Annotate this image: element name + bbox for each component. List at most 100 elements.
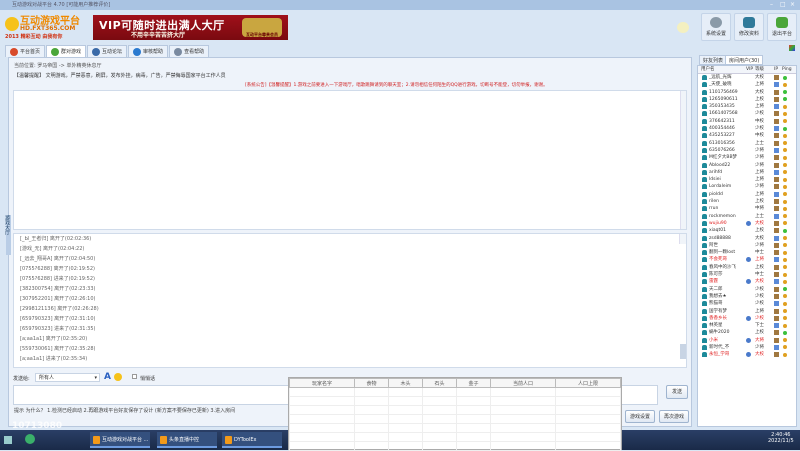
start-icon[interactable] — [4, 436, 12, 444]
user-name: _天使_破晓 — [709, 82, 732, 88]
user-name: Lordaleim — [709, 184, 732, 190]
user-row[interactable]: 国学有梦 上将 — [698, 308, 796, 315]
user-avatar-icon — [702, 96, 707, 102]
font-icon[interactable]: A — [104, 372, 111, 382]
maximize-button[interactable]: □ — [780, 0, 786, 10]
user-row[interactable]: pioldd 上将 — [698, 191, 796, 198]
user-row[interactable]: 635076266 少将 — [698, 147, 796, 154]
task-live[interactable]: 头条直播中控 — [157, 432, 217, 448]
column-header[interactable]: 石头 — [421, 378, 458, 388]
ping-icon — [783, 133, 787, 138]
user-row[interactable]: rilen 上校 — [698, 198, 796, 205]
user-row[interactable]: 1265090611 上校 — [698, 96, 796, 103]
table-cell — [421, 396, 458, 406]
user-row[interactable]: 春风中的沙飞 上校 — [698, 264, 796, 271]
ping-icon — [783, 345, 787, 350]
user-avatar-icon — [702, 250, 707, 256]
user-row[interactable]: 熊猫哥 少校 — [698, 300, 796, 307]
edit-profile-button[interactable]: 修改资料 — [734, 13, 764, 41]
replay-button[interactable]: 再次游戏 — [659, 410, 689, 423]
user-row[interactable]: arihfd 上将 — [698, 169, 796, 176]
ip-icon — [774, 162, 779, 168]
tab-game[interactable]: 群对游戏 — [46, 45, 87, 57]
user-row[interactable]: 新时代_不 少将 — [698, 344, 796, 351]
user-row[interactable]: 永恒_学哥 大校 — [698, 351, 796, 358]
game-settings-button[interactable]: 游戏设置 — [625, 410, 655, 423]
column-header[interactable]: 人口上限 — [555, 378, 621, 388]
user-name: xiaqt01 — [709, 228, 727, 234]
user-row[interactable]: zsd88888 大校 — [698, 235, 796, 242]
clock[interactable]: 2:40:46 2022/11/5 — [768, 432, 794, 444]
task-dytoolex[interactable]: DYToolEx — [222, 432, 282, 448]
user-row[interactable]: 不会死哥 上将 — [698, 256, 796, 263]
ping-icon — [783, 141, 787, 146]
chat-scrollbar[interactable] — [680, 91, 686, 229]
tab-home[interactable]: 平台首页 — [5, 45, 46, 57]
user-row[interactable]: Lordaleim 少将 — [698, 183, 796, 190]
resource-table-window: 玩家名字 食物 木头 石头 金子 当前人口 人口上限 — [288, 377, 622, 451]
user-row[interactable]: wujiu90 大校 — [698, 220, 796, 227]
user-row[interactable]: 350353435 上将 — [698, 103, 796, 110]
private-checkbox[interactable] — [132, 374, 137, 379]
user-avatar-icon — [702, 337, 707, 343]
resource-table: 玩家名字 食物 木头 石头 金子 当前人口 人口上限 — [289, 378, 621, 451]
vip-banner[interactable]: VIP可随时进出满人大厅 不用辛辛苦苦挤大厅 互动平台尊贵会员 — [93, 15, 288, 40]
send-button[interactable]: 发送 — [666, 385, 688, 399]
user-avatar-icon — [702, 89, 707, 95]
user-avatar-icon — [702, 104, 707, 110]
wechat-icon[interactable] — [25, 434, 35, 444]
tab-help[interactable]: 审核帮助 — [128, 45, 169, 57]
user-row[interactable]: M红夕大BB梦 少将 — [698, 154, 796, 161]
user-row[interactable]: 我想去★ 少校 — [698, 293, 796, 300]
tab-friends[interactable]: 好友列表 — [699, 55, 728, 65]
side-tab-lobby[interactable]: 游戏大厅 — [4, 215, 11, 255]
minimize-button[interactable]: – — [770, 0, 773, 10]
log-scrollbar[interactable] — [679, 234, 686, 359]
tab-forum[interactable]: 互动论坛 — [87, 45, 128, 57]
task-platform[interactable]: 互动游戏对战平台 ... — [90, 432, 150, 448]
user-row[interactable]: 小米 大将 — [698, 337, 796, 344]
user-row[interactable]: 阿世 少将 — [698, 242, 796, 249]
column-header[interactable]: 金子 — [456, 378, 492, 388]
user-row[interactable]: _远航_光辉 大校 — [698, 74, 796, 81]
scroll-thumb[interactable] — [680, 344, 686, 359]
user-row[interactable]: rrun 中将 — [698, 205, 796, 212]
user-row[interactable]: 400354446 少校 — [698, 125, 796, 132]
column-header[interactable]: 木头 — [387, 378, 424, 388]
user-row[interactable]: 613016356 上士 — [698, 140, 796, 147]
skin-icon[interactable] — [789, 45, 795, 51]
vip-icon — [746, 257, 751, 263]
column-header[interactable]: 食物 — [353, 378, 389, 388]
user-row[interactable]: 376642311 中校 — [698, 118, 796, 125]
system-settings-button[interactable]: 系统设置 — [701, 13, 731, 41]
user-row[interactable]: 陈可莎 中士 — [698, 271, 796, 278]
user-row[interactable]: 435253227 中校 — [698, 132, 796, 139]
chat-area[interactable] — [13, 90, 687, 230]
user-row[interactable]: _天使_破晓 上将 — [698, 81, 796, 88]
user-row[interactable]: rockmemon 上士 — [698, 213, 796, 220]
column-header[interactable]: 当前人口 — [490, 378, 556, 388]
column-header[interactable]: 玩家名字 — [289, 378, 355, 388]
user-avatar-icon — [702, 206, 707, 212]
user-row[interactable]: 蜗牛2020 上校 — [698, 329, 796, 336]
user-level: 上校 — [755, 330, 764, 336]
emoji-icon[interactable] — [114, 373, 122, 381]
user-row[interactable]: 林英星 下士 — [698, 322, 796, 329]
send-to-select[interactable]: 所有人 ▾ — [35, 373, 100, 382]
user-row[interactable]: ldsiei 上将 — [698, 176, 796, 183]
user-row[interactable]: 雷霆 大校 — [698, 278, 796, 285]
close-button[interactable]: × — [790, 0, 795, 10]
user-row[interactable]: Ablood22 少将 — [698, 162, 796, 169]
user-row[interactable]: 1661407568 少校 — [698, 110, 796, 117]
user-row[interactable]: 翻到一颗lost 中士 — [698, 249, 796, 256]
tab-room-users[interactable]: 房间用户(30) — [725, 55, 764, 65]
exit-platform-button[interactable]: 退出平台 — [767, 13, 797, 41]
table-cell — [456, 432, 492, 442]
user-level: 上将 — [755, 177, 764, 183]
user-row[interactable]: 1101756469 大校 — [698, 89, 796, 96]
user-row[interactable]: xiaqt01 上校 — [698, 227, 796, 234]
help-icon — [133, 47, 142, 56]
user-row[interactable]: 天二郎 少校 — [698, 286, 796, 293]
user-row[interactable]: 香香乡长 少校 — [698, 315, 796, 322]
tab-info[interactable]: 查看帮助 — [169, 45, 210, 57]
